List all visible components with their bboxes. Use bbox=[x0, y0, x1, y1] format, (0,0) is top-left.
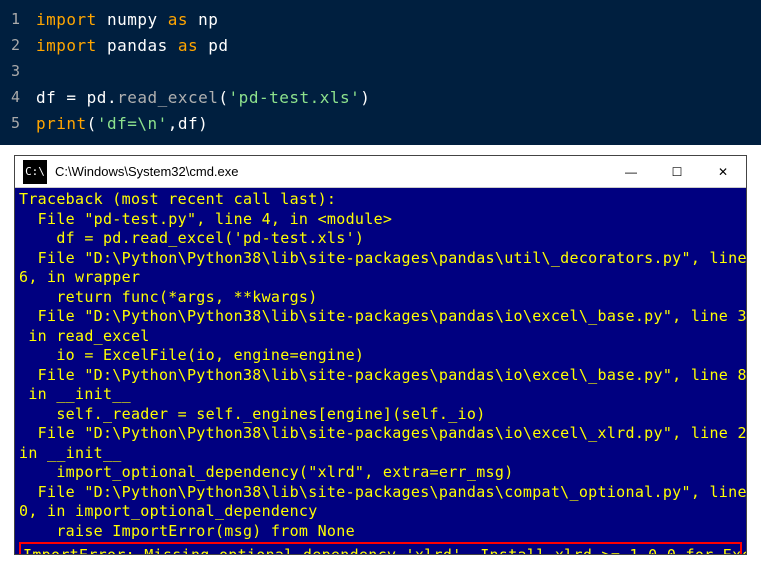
terminal-line: File "D:\Python\Python38\lib\site-packag… bbox=[19, 424, 742, 444]
error-highlight: ImportError: Missing optional dependency… bbox=[19, 542, 742, 554]
title-bar[interactable]: C:\ C:\Windows\System32\cmd.exe — ☐ ✕ bbox=[15, 156, 746, 188]
line-number: 1 bbox=[0, 10, 36, 28]
terminal-line: File "pd-test.py", line 4, in <module> bbox=[19, 210, 742, 230]
window-title: C:\Windows\System32\cmd.exe bbox=[55, 164, 608, 179]
code-content: print('df=\n',df) bbox=[36, 114, 208, 133]
line-number: 5 bbox=[0, 114, 36, 132]
terminal-line: df = pd.read_excel('pd-test.xls') bbox=[19, 229, 742, 249]
terminal-line: return func(*args, **kwargs) bbox=[19, 288, 742, 308]
terminal-line: File "D:\Python\Python38\lib\site-packag… bbox=[19, 249, 742, 269]
code-content: import pandas as pd bbox=[36, 36, 229, 55]
code-content: import numpy as np bbox=[36, 10, 218, 29]
terminal-line: in __init__ bbox=[19, 385, 742, 405]
code-line[interactable]: 5print('df=\n',df) bbox=[0, 110, 761, 136]
terminal-line: raise ImportError(msg) from None bbox=[19, 522, 742, 542]
close-button[interactable]: ✕ bbox=[700, 156, 746, 188]
line-number: 4 bbox=[0, 88, 36, 106]
terminal-line: io = ExcelFile(io, engine=engine) bbox=[19, 346, 742, 366]
terminal-line: Traceback (most recent call last): bbox=[19, 190, 742, 210]
code-line[interactable]: 2import pandas as pd bbox=[0, 32, 761, 58]
terminal-line: 0, in import_optional_dependency bbox=[19, 502, 742, 522]
minimize-button[interactable]: — bbox=[608, 156, 654, 188]
window-controls: — ☐ ✕ bbox=[608, 156, 746, 188]
code-content: df = pd.read_excel('pd-test.xls') bbox=[36, 88, 370, 107]
terminal-output[interactable]: Traceback (most recent call last): File … bbox=[15, 188, 746, 554]
terminal-line: 6, in wrapper bbox=[19, 268, 742, 288]
code-line[interactable]: 4df = pd.read_excel('pd-test.xls') bbox=[0, 84, 761, 110]
terminal-line: self._reader = self._engines[engine](sel… bbox=[19, 405, 742, 425]
terminal-line: in __init__ bbox=[19, 444, 742, 464]
terminal-line: in read_excel bbox=[19, 327, 742, 347]
terminal-window: C:\ C:\Windows\System32\cmd.exe — ☐ ✕ Tr… bbox=[14, 155, 747, 555]
error-line: ImportError: Missing optional dependency… bbox=[23, 546, 738, 554]
terminal-line: File "D:\Python\Python38\lib\site-packag… bbox=[19, 307, 742, 327]
code-line[interactable]: 3 bbox=[0, 58, 761, 84]
terminal-line: import_optional_dependency("xlrd", extra… bbox=[19, 463, 742, 483]
maximize-button[interactable]: ☐ bbox=[654, 156, 700, 188]
line-number: 2 bbox=[0, 36, 36, 54]
code-line[interactable]: 1import numpy as np bbox=[0, 6, 761, 32]
terminal-line: File "D:\Python\Python38\lib\site-packag… bbox=[19, 483, 742, 503]
terminal-line: File "D:\Python\Python38\lib\site-packag… bbox=[19, 366, 742, 386]
line-number: 3 bbox=[0, 62, 36, 80]
code-editor: 1import numpy as np2import pandas as pd3… bbox=[0, 0, 761, 145]
cmd-icon: C:\ bbox=[23, 160, 47, 184]
